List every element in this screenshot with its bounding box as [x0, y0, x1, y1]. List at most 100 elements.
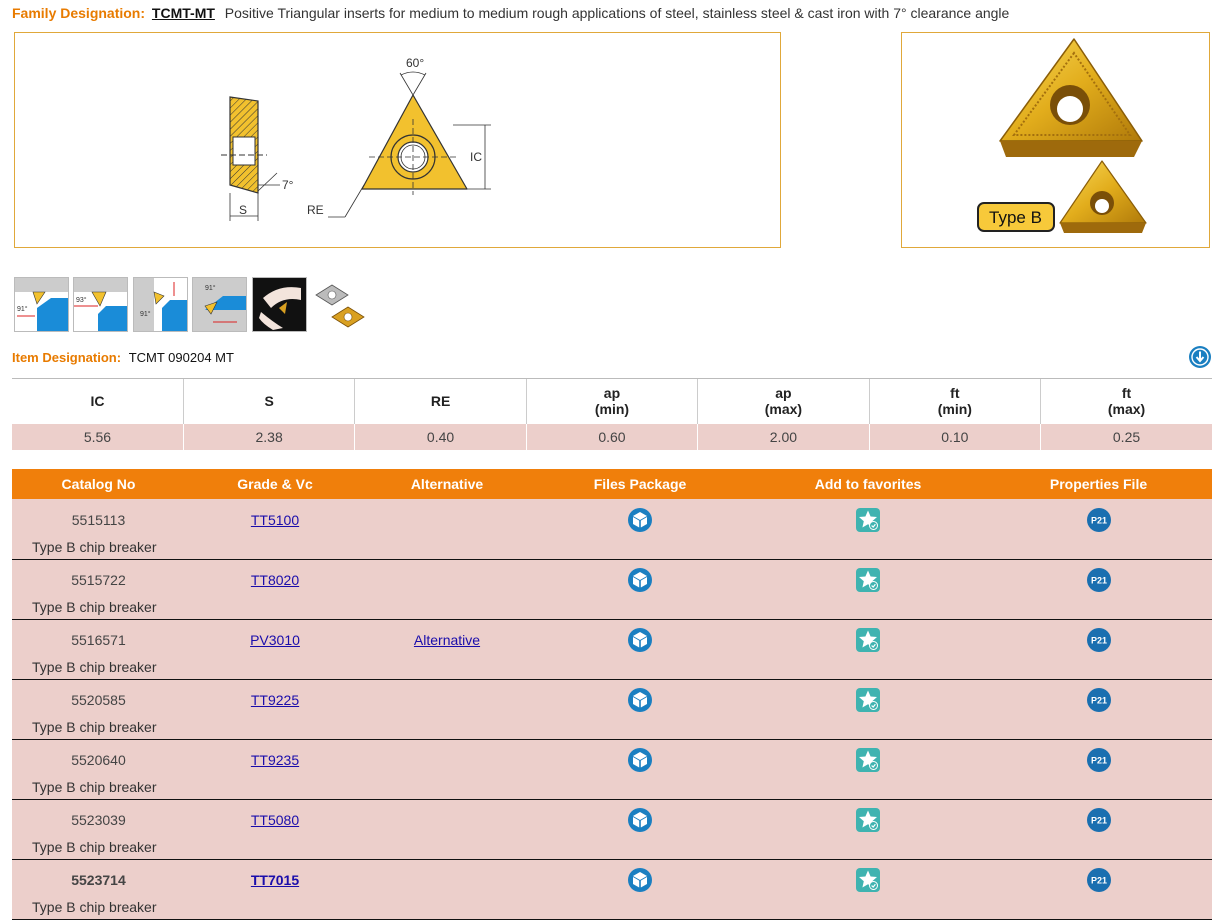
family-code-link[interactable]: TCMT-MT	[152, 5, 215, 21]
label-clearance-angle: 7°	[282, 178, 294, 192]
alternative-link[interactable]: Alternative	[414, 632, 480, 648]
properties-cell: P21	[985, 619, 1212, 655]
header-grade-vc: Grade & Vc	[185, 469, 365, 499]
files-package-icon[interactable]	[627, 747, 653, 773]
svg-text:P21: P21	[1090, 696, 1106, 706]
catalog-no: 5516571	[12, 619, 185, 655]
catalog-no: 5523714	[12, 859, 185, 895]
files-package-cell	[529, 799, 751, 835]
grade-link[interactable]: TT9225	[251, 692, 299, 708]
catalog-no: 5520640	[12, 739, 185, 775]
files-package-cell	[529, 499, 751, 535]
table-row: 5523039 TT5080 P21	[12, 799, 1212, 835]
table-row-detail: Type B chip breaker	[12, 775, 1212, 800]
add-to-favorites-icon[interactable]	[855, 567, 881, 593]
properties-cell: P21	[985, 499, 1212, 535]
dim-value-ic: 5.56	[12, 423, 184, 450]
grade-link[interactable]: TT7015	[251, 872, 299, 888]
properties-file-icon[interactable]: P21	[1086, 687, 1112, 713]
grade-link[interactable]: TT5100	[251, 512, 299, 528]
dim-value-s: 2.38	[182, 423, 355, 450]
add-to-favorites-icon[interactable]	[855, 747, 881, 773]
dim-header-ic: IC	[12, 378, 184, 424]
table-row-detail: Type B chip breaker	[12, 535, 1212, 560]
item-designation: Item Designation: TCMT 090204 MT	[12, 350, 234, 365]
svg-text:91°: 91°	[205, 284, 216, 292]
files-package-icon[interactable]	[627, 507, 653, 533]
files-package-icon[interactable]	[627, 687, 653, 713]
insert-photo: Type B	[901, 32, 1210, 248]
download-icon[interactable]	[1188, 345, 1212, 369]
svg-text:91°: 91°	[140, 310, 151, 318]
grade-link[interactable]: TT5080	[251, 812, 299, 828]
add-to-favorites-icon[interactable]	[855, 687, 881, 713]
svg-text:P21: P21	[1090, 576, 1106, 586]
catalog-no: 5515113	[12, 499, 185, 535]
files-package-icon[interactable]	[627, 567, 653, 593]
properties-file-icon[interactable]: P21	[1086, 507, 1112, 533]
files-package-cell	[529, 739, 751, 775]
grade-link[interactable]: TT8020	[251, 572, 299, 588]
favorites-cell	[751, 619, 985, 655]
grade-link[interactable]: TT9235	[251, 752, 299, 768]
dim-header-ft-max: ft (max)	[1040, 378, 1212, 424]
properties-file-icon[interactable]: P21	[1086, 627, 1112, 653]
files-package-icon[interactable]	[627, 807, 653, 833]
svg-text:91°: 91°	[17, 305, 28, 313]
label-s: S	[239, 203, 247, 217]
table-row-detail: Type B chip breaker	[12, 895, 1212, 920]
catalog-no: 5523039	[12, 799, 185, 835]
properties-file-icon[interactable]: P21	[1086, 567, 1112, 593]
thumb-insert-pair[interactable]	[312, 277, 367, 332]
favorites-cell	[751, 559, 985, 595]
favorites-cell	[751, 739, 985, 775]
table-row: 5516571 PV3010 Alternative P21	[12, 619, 1212, 655]
chip-breaker-label: Type B chip breaker	[12, 535, 1212, 560]
grade-cell: TT7015	[185, 859, 365, 895]
table-row-detail: Type B chip breaker	[12, 595, 1212, 620]
thumb-profiling-91[interactable]: 91°	[192, 277, 247, 332]
files-package-cell	[529, 679, 751, 715]
add-to-favorites-icon[interactable]	[855, 507, 881, 533]
grade-cell: TT5100	[185, 499, 365, 535]
properties-cell: P21	[985, 559, 1212, 595]
table-row: 5520640 TT9235 P21	[12, 739, 1212, 775]
files-package-icon[interactable]	[627, 867, 653, 893]
favorites-cell	[751, 799, 985, 835]
alternative-cell	[365, 739, 529, 775]
catalog-table: Catalog No Grade & Vc Alternative Files …	[12, 469, 1212, 920]
svg-text:P21: P21	[1090, 756, 1106, 766]
grade-link[interactable]: PV3010	[250, 632, 300, 648]
add-to-favorites-icon[interactable]	[855, 867, 881, 893]
grade-cell: TT9225	[185, 679, 365, 715]
thumb-hand-insert[interactable]	[252, 277, 307, 332]
dim-value-ap-min: 0.60	[525, 423, 698, 450]
thumb-turning-91[interactable]: 91°	[14, 277, 69, 332]
table-row: 5515113 TT5100 P21	[12, 499, 1212, 535]
files-package-cell	[529, 619, 751, 655]
thumb-turning-93[interactable]: 93°	[73, 277, 128, 332]
thumb-facing-91[interactable]: 91°	[133, 277, 188, 332]
svg-text:P21: P21	[1090, 516, 1106, 526]
properties-file-icon[interactable]: P21	[1086, 867, 1112, 893]
alternative-cell	[365, 799, 529, 835]
svg-text:P21: P21	[1090, 636, 1106, 646]
files-package-cell	[529, 859, 751, 895]
family-description: Positive Triangular inserts for medium t…	[224, 5, 1010, 21]
files-package-icon[interactable]	[627, 627, 653, 653]
dim-header-re: RE	[354, 378, 527, 424]
table-row: 5515722 TT8020 P21	[12, 559, 1212, 595]
properties-cell: P21	[985, 739, 1212, 775]
chip-breaker-label: Type B chip breaker	[12, 715, 1212, 740]
properties-file-icon[interactable]: P21	[1086, 747, 1112, 773]
header-files-package: Files Package	[529, 469, 751, 499]
alternative-cell	[365, 679, 529, 715]
add-to-favorites-icon[interactable]	[855, 807, 881, 833]
chip-breaker-label: Type B chip breaker	[12, 595, 1212, 620]
dimensions-table: IC S RE ap (min) ap (max) ft (min) ft (max) …	[12, 378, 1212, 450]
table-row-detail: Type B chip breaker	[12, 655, 1212, 680]
favorites-cell	[751, 859, 985, 895]
label-top-angle: 60°	[406, 56, 424, 70]
properties-file-icon[interactable]: P21	[1086, 807, 1112, 833]
add-to-favorites-icon[interactable]	[855, 627, 881, 653]
